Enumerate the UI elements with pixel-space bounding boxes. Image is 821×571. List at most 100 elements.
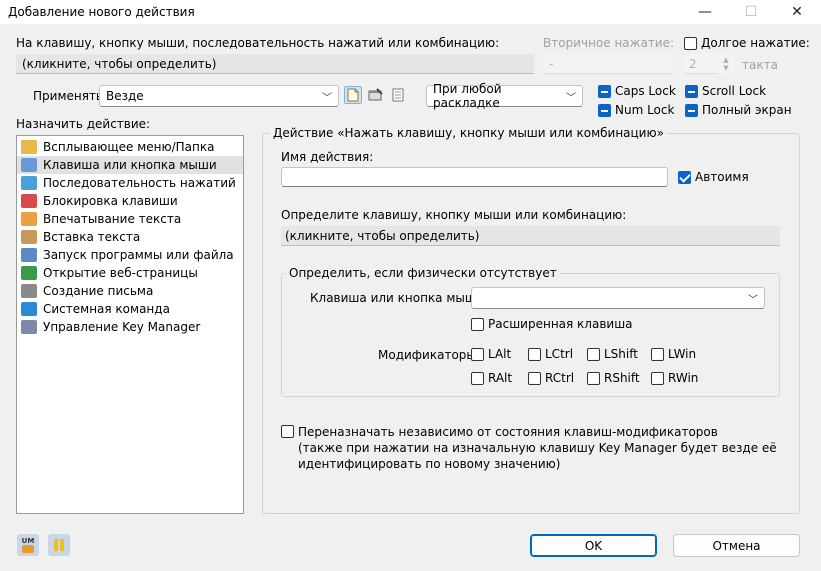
new-document-icon	[347, 88, 359, 102]
ok-button[interactable]: OK	[530, 534, 657, 557]
modifier-check-box[interactable]	[528, 371, 541, 385]
scroll-lock-check-box[interactable]	[685, 84, 698, 98]
scroll-lock-checkbox[interactable]: Scroll Lock	[685, 84, 766, 98]
list-item-label: Системная команда	[43, 302, 170, 316]
list-item[interactable]: Создание письма	[17, 282, 243, 300]
list-item[interactable]: Открытие веб-страницы	[17, 264, 243, 282]
edit-window-icon	[368, 88, 383, 101]
close-button[interactable]: ✕	[774, 0, 820, 24]
remap-line-3: идентифицировать по новому значению)	[298, 457, 561, 471]
scroll-lock-label: Scroll Lock	[702, 84, 767, 98]
list-item-label: Вставка текста	[43, 230, 141, 244]
caps-lock-check-box[interactable]	[598, 84, 611, 98]
physical-key-label: Клавиша или кнопка мыши	[310, 291, 484, 305]
fullscreen-check-box[interactable]	[685, 103, 698, 117]
list-item[interactable]: Запуск программы или файла	[17, 246, 243, 264]
long-press-label: Долгое нажатие:	[701, 36, 810, 50]
badge-text: UM	[21, 537, 35, 545]
modifier-lwin-checkbox[interactable]: LWin	[651, 347, 696, 361]
extended-key-check-box[interactable]	[471, 317, 484, 331]
modifier-label: RAlt	[488, 371, 513, 385]
list-item[interactable]: Блокировка клавиши	[17, 192, 243, 210]
modifier-label: LShift	[604, 347, 638, 361]
long-press-check-box[interactable]	[684, 36, 697, 50]
remap-check-box[interactable]	[281, 425, 294, 438]
list-item[interactable]: Впечатывание текста	[17, 210, 243, 228]
mail-icon	[21, 284, 37, 298]
extended-key-checkbox[interactable]: Расширенная клавиша	[471, 317, 633, 331]
define-field[interactable]: (кликните, чтобы определить)	[281, 226, 780, 246]
modifier-label: RCtrl	[545, 371, 575, 385]
long-press-checkbox[interactable]: Долгое нажатие:	[684, 36, 810, 50]
modifier-check-box[interactable]	[471, 371, 484, 385]
fullscreen-checkbox[interactable]: Полный экран	[685, 103, 792, 117]
modifier-check-box[interactable]	[651, 347, 664, 361]
list-item[interactable]: Клавиша или кнопка мыши	[17, 156, 243, 174]
minimize-button[interactable]: —	[682, 0, 728, 24]
monitor-icon	[21, 302, 37, 316]
modifier-rshift-checkbox[interactable]: RShift	[587, 371, 640, 385]
modifier-check-box[interactable]	[587, 371, 600, 385]
list-item[interactable]: Всплывающее меню/Папка	[17, 138, 243, 156]
remap-text: Переназначать независимо от состояния кл…	[298, 424, 777, 472]
modifier-check-box[interactable]	[587, 347, 600, 361]
keyboard-text-icon	[21, 212, 37, 226]
physical-group-title: Определить, если физически отсутствует	[286, 266, 560, 280]
long-press-value: 2	[684, 54, 718, 74]
scope-edit-button[interactable]	[367, 86, 385, 104]
list-item[interactable]: Последовательность нажатий	[17, 174, 243, 192]
scope-new-button[interactable]	[344, 86, 362, 104]
modifier-rctrl-checkbox[interactable]: RCtrl	[528, 371, 574, 385]
modifier-rwin-checkbox[interactable]: RWin	[651, 371, 698, 385]
lock-icon	[21, 194, 37, 208]
modifier-lshift-checkbox[interactable]: LShift	[587, 347, 638, 361]
modifiers-label: Модификаторы	[378, 348, 476, 362]
physical-key-select[interactable]: ﹀	[471, 287, 765, 309]
auto-name-check-box[interactable]	[678, 170, 691, 184]
cancel-button[interactable]: Отмена	[673, 534, 800, 557]
program-icon	[21, 248, 37, 262]
close-icon: ✕	[791, 4, 803, 20]
modifier-lctrl-checkbox[interactable]: LCtrl	[528, 347, 573, 361]
action-type-list[interactable]: Всплывающее меню/Папка Клавиша или кнопка…	[16, 135, 244, 514]
remap-line-2: (также при нажатии на изначальную клавиш…	[298, 441, 777, 455]
list-item-label: Блокировка клавиши	[43, 194, 178, 208]
modifier-check-box[interactable]	[471, 347, 484, 361]
spinner-up-icon: ▲	[723, 56, 729, 64]
caps-lock-checkbox[interactable]: Caps Lock	[598, 84, 676, 98]
chevron-down-icon: ﹀	[748, 294, 758, 306]
num-lock-checkbox[interactable]: Num Lock	[598, 103, 674, 117]
list-item-label: Впечатывание текста	[43, 212, 182, 226]
action-name-input[interactable]	[281, 167, 668, 187]
pause-button[interactable]	[48, 534, 70, 556]
num-lock-label: Num Lock	[615, 103, 675, 117]
list-item[interactable]: Вставка текста	[17, 228, 243, 246]
layout-select[interactable]: При любой раскладке ﹀	[426, 82, 583, 110]
modifier-check-box[interactable]	[528, 347, 541, 361]
list-item[interactable]: Управление Key Manager	[17, 318, 243, 336]
list-item[interactable]: Системная команда	[17, 300, 243, 318]
modifier-label: RShift	[604, 371, 640, 385]
list-item-label: Последовательность нажатий	[43, 176, 236, 190]
caps-lock-label: Caps Lock	[615, 84, 676, 98]
list-item-label: Запуск программы или файла	[43, 248, 234, 262]
spinner-down-icon: ▼	[723, 64, 729, 72]
key-manager-badge[interactable]: UM	[17, 534, 39, 556]
modifier-lalt-checkbox[interactable]: LAlt	[471, 347, 511, 361]
long-press-unit: такта	[742, 58, 778, 72]
modifier-check-box[interactable]	[651, 371, 664, 385]
scope-list-button[interactable]	[389, 86, 407, 104]
modifier-label: LAlt	[488, 347, 512, 361]
sequence-icon	[21, 176, 37, 190]
apply-scope-select[interactable]: Везде ﹀	[99, 85, 339, 107]
layout-value: При любой раскладке	[433, 82, 502, 110]
num-lock-check-box[interactable]	[598, 103, 611, 117]
modifier-label: LCtrl	[545, 347, 574, 361]
modifier-ralt-checkbox[interactable]: RAlt	[471, 371, 512, 385]
auto-name-checkbox[interactable]: Автоимя	[678, 170, 749, 184]
action-name-label: Имя действия:	[281, 150, 374, 164]
window-title: Добавление нового действия	[8, 5, 195, 19]
remap-checkbox[interactable]: Переназначать независимо от состояния кл…	[281, 424, 777, 472]
trigger-field[interactable]: (кликните, чтобы определить)	[16, 54, 534, 74]
list-item-label: Клавиша или кнопка мыши	[43, 158, 217, 172]
